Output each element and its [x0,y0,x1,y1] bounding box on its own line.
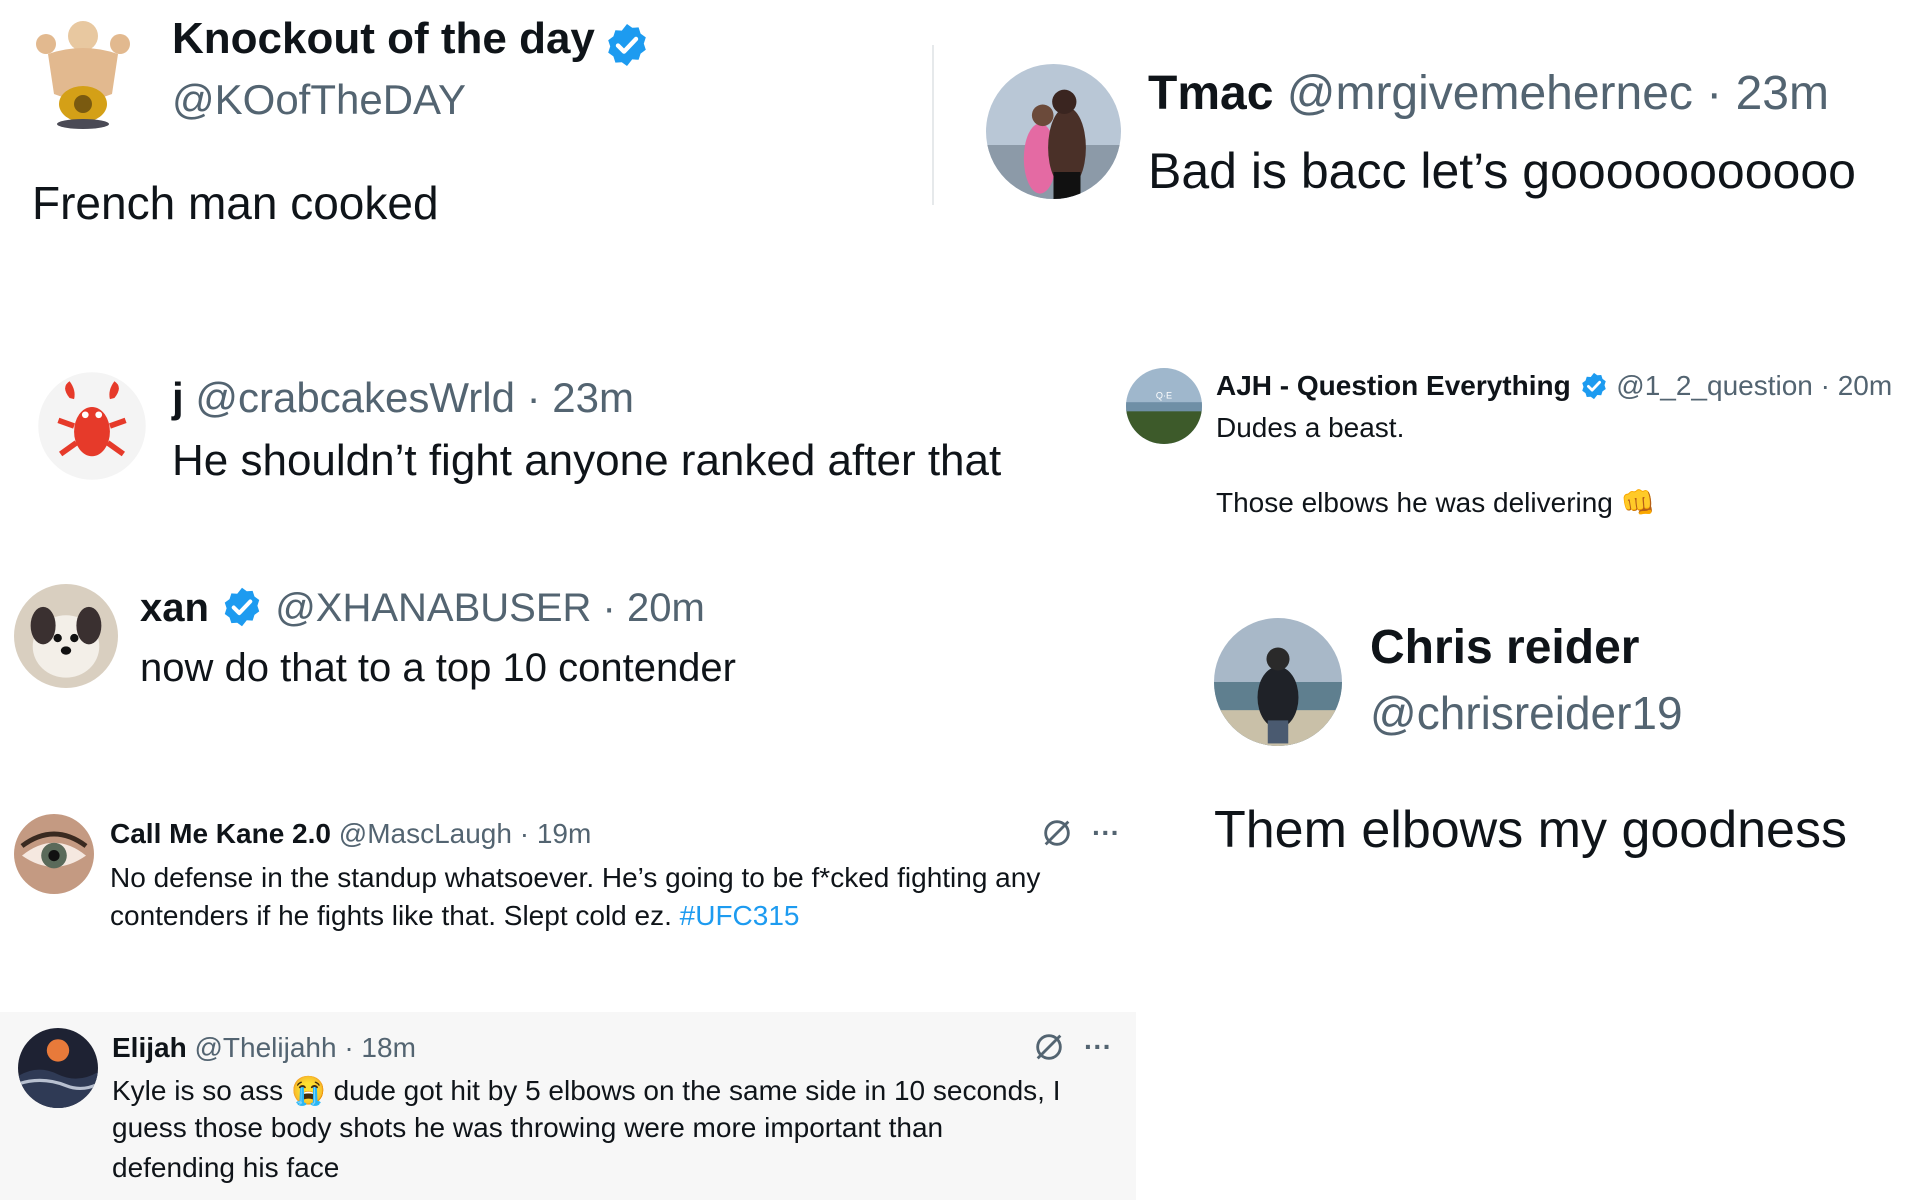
tweet-handle[interactable]: @1_2_question · 20m [1616,370,1892,401]
tweet-text-line-2: guess those body shots he was throwing w… [112,1112,944,1143]
tweet-author-name[interactable]: Tmac [1148,67,1273,120]
tweet-author-name[interactable]: Chris reider [1370,620,1639,675]
dog-avatar[interactable] [14,584,118,688]
svg-text:Q·E: Q·E [1156,390,1172,400]
tweet-author-name[interactable]: Elijah [112,1032,187,1063]
tweet-handle[interactable]: @MascLaugh · 19m [339,818,592,849]
tweet-text-line-1: No defense in the standup whatsoever. He… [110,862,1041,893]
eye-avatar[interactable] [14,814,94,894]
tweet-text-line-3: defending his face [112,1152,340,1183]
tweet-text-line-2: Those elbows he was delivering [1216,487,1613,518]
crying-emoji-icon: 😭 [290,1075,326,1106]
tweet-author-name[interactable]: AJH - Question Everything [1216,370,1571,401]
grok-icon[interactable] [1032,1030,1066,1064]
tweet-text: Them elbows my goodness [1214,801,1847,859]
tweet-text: now do that to a top 10 contender [140,646,736,690]
tweet-text-line-2: contenders if he fights like that. Slept… [110,900,672,931]
more-options-icon[interactable]: ··· [1084,1031,1112,1063]
tweet-handle[interactable]: @crabcakesWrld · 23m [195,374,634,421]
tweet-text: French man cooked [32,177,439,229]
tweet-author-name[interactable]: j [172,374,184,421]
tweet-text: He shouldn’t fight anyone ranked after t… [172,436,1002,485]
tweet-text-line-1b: dude got hit by 5 elbows on the same sid… [333,1075,1061,1106]
verified-badge-icon [224,588,260,627]
sunset-avatar[interactable] [18,1028,98,1108]
tweet-author-name[interactable]: Call Me Kane 2.0 [110,818,331,849]
man-beach-avatar[interactable] [1214,618,1342,746]
couple-photo-avatar[interactable] [986,64,1121,199]
verified-badge-icon [608,23,647,66]
more-options-icon[interactable]: ··· [1092,817,1120,849]
tweet-text: Bad is bacc let’s gooooooooooo [1148,143,1856,199]
tweet-author-name[interactable]: Knockout of the day [172,14,595,63]
landscape-avatar[interactable]: Q·E [1126,368,1202,444]
tweet-handle[interactable]: @XHANABUSER · 20m [275,586,705,630]
tweet-handle[interactable]: @chrisreider19 [1370,686,1683,740]
muscle-man-belt-avatar[interactable] [28,14,138,129]
tweet-actions: ··· [1040,816,1120,850]
grok-icon[interactable] [1040,816,1074,850]
fist-emoji-icon: 👊 [1620,487,1656,518]
tweet-actions: ··· [1032,1030,1112,1064]
tweet-handle[interactable]: @KOofTheDAY [172,76,466,124]
tweet-author-name[interactable]: xan [140,586,209,630]
tweet-handle[interactable]: @Thelijahh · 18m [194,1032,415,1063]
vertical-divider [932,45,934,205]
tweet-text-line-1a: Kyle is so ass [112,1075,284,1106]
crab-avatar[interactable] [36,370,148,482]
verified-badge-icon [1581,372,1606,399]
hashtag-link[interactable]: #UFC315 [680,900,800,931]
tweet-handle[interactable]: @mrgivemehernec · 23m [1287,67,1829,120]
tweet-text-line-1: Dudes a beast. [1216,412,1405,443]
